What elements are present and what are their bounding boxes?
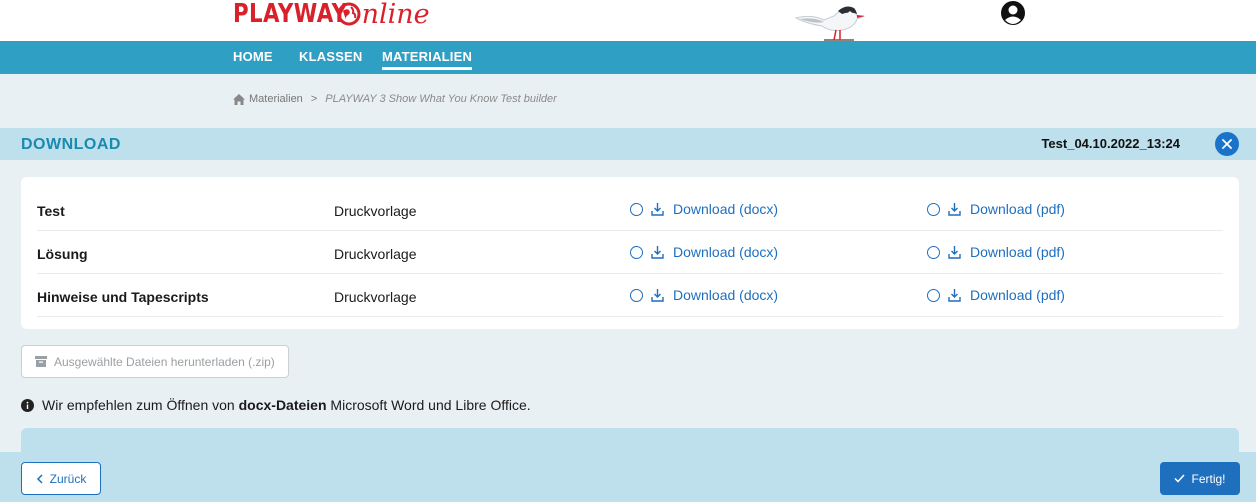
- checkmark-icon: [1174, 474, 1186, 483]
- download-list-card: Test Druckvorlage Download (docx) Downlo…: [21, 177, 1239, 329]
- breadcrumb-root[interactable]: Materialien: [249, 93, 303, 105]
- download-docx-link[interactable]: Download (docx): [673, 244, 778, 260]
- nav-item-klassen[interactable]: KLASSEN: [299, 49, 363, 64]
- logo-text-playway: PLAYWAY: [233, 0, 348, 29]
- row-type: Druckvorlage: [334, 246, 417, 262]
- download-title: DOWNLOAD: [21, 136, 121, 153]
- row-type: Druckvorlage: [334, 203, 417, 219]
- info-text-bold: docx-Dateien: [238, 397, 327, 413]
- download-pdf-link[interactable]: Download (pdf): [970, 201, 1065, 217]
- download-docx-link[interactable]: Download (docx): [673, 201, 778, 217]
- radio-button[interactable]: [927, 245, 940, 259]
- close-button[interactable]: [1215, 132, 1239, 156]
- main-navigation: HOME KLASSEN MATERIALIEN: [0, 41, 1256, 74]
- download-row-loesung: Lösung Druckvorlage Download (docx) Down…: [37, 231, 1223, 274]
- download-zip-label: Ausgewählte Dateien herunterladen (.zip): [54, 354, 275, 369]
- download-zip-button[interactable]: Ausgewählte Dateien herunterladen (.zip): [21, 345, 289, 378]
- download-pdf-link[interactable]: Download (pdf): [970, 287, 1065, 303]
- logo-text-online: nline: [337, 0, 430, 30]
- breadcrumb-separator: >: [310, 93, 318, 105]
- download-pdf-option[interactable]: Download (pdf): [927, 287, 1065, 303]
- done-label: Fertig!: [1191, 471, 1226, 486]
- download-icon: [651, 202, 664, 216]
- info-text-prefix: Wir empfehlen zum Öffnen von: [42, 397, 239, 413]
- download-docx-link[interactable]: Download (docx): [673, 287, 778, 303]
- download-filename: Test_04.10.2022_13:24: [1041, 136, 1180, 151]
- download-icon: [948, 288, 961, 302]
- info-note: Wir empfehlen zum Öffnen von docx-Dateie…: [21, 397, 531, 413]
- user-account-icon[interactable]: [1000, 0, 1026, 26]
- breadcrumb-current: PLAYWAY 3 Show What You Know Test builde…: [325, 93, 557, 105]
- nav-item-home[interactable]: HOME: [233, 49, 273, 64]
- download-header: DOWNLOAD Test_04.10.2022_13:24: [0, 128, 1256, 160]
- download-docx-option[interactable]: Download (docx): [630, 201, 778, 217]
- done-button[interactable]: Fertig!: [1160, 462, 1240, 495]
- back-button[interactable]: Zurück: [21, 462, 101, 495]
- download-icon: [651, 245, 664, 259]
- download-row-test: Test Druckvorlage Download (docx) Downlo…: [37, 188, 1223, 231]
- row-name: Lösung: [37, 246, 88, 262]
- download-pdf-option[interactable]: Download (pdf): [927, 244, 1065, 260]
- radio-button[interactable]: [927, 288, 940, 302]
- radio-button[interactable]: [630, 288, 643, 302]
- radio-button[interactable]: [630, 245, 643, 259]
- download-docx-option[interactable]: Download (docx): [630, 287, 778, 303]
- home-icon: [233, 93, 245, 105]
- top-bar: PLAYWAY nline: [0, 0, 1256, 41]
- download-pdf-option[interactable]: Download (pdf): [927, 201, 1065, 217]
- row-name: Hinweise und Tapescripts: [37, 289, 209, 305]
- nav-item-materialien[interactable]: MATERIALIEN: [382, 49, 473, 70]
- chevron-left-icon: [36, 473, 43, 484]
- download-icon: [948, 245, 961, 259]
- download-icon: [948, 202, 961, 216]
- info-text-suffix: Microsoft Word und Libre Office.: [326, 397, 531, 413]
- archive-icon: [35, 356, 47, 367]
- playway-online-logo[interactable]: PLAYWAY nline: [233, 0, 430, 30]
- back-label: Zurück: [49, 471, 87, 486]
- download-docx-option[interactable]: Download (docx): [630, 244, 778, 260]
- row-type: Druckvorlage: [334, 289, 417, 305]
- download-icon: [651, 288, 664, 302]
- breadcrumb: Materialien > PLAYWAY 3 Show What You Kn…: [233, 93, 557, 105]
- bird-mascot-icon: [794, 6, 865, 41]
- radio-button[interactable]: [630, 202, 643, 216]
- radio-button[interactable]: [927, 202, 940, 216]
- download-pdf-link[interactable]: Download (pdf): [970, 244, 1065, 260]
- download-row-hinweise: Hinweise und Tapescripts Druckvorlage Do…: [37, 274, 1223, 317]
- info-icon: [21, 398, 34, 412]
- close-icon: [1222, 139, 1232, 149]
- footer-bar: Zurück Fertig!: [0, 452, 1256, 502]
- row-name: Test: [37, 203, 65, 219]
